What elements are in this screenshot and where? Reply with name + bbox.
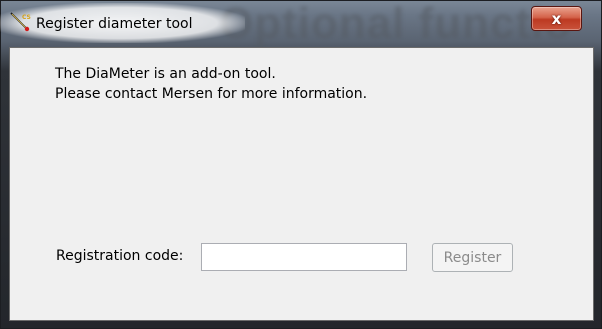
- dialog-window: Optional functio CS Register diameter to…: [0, 0, 602, 329]
- registration-code-input[interactable]: [201, 243, 407, 271]
- registration-code-label: Registration code:: [56, 248, 184, 264]
- info-message-line-2: Please contact Mersen for more informati…: [55, 86, 368, 102]
- close-icon: x: [551, 9, 562, 28]
- dialog-content: The DiaMeter is an add-on tool. Please c…: [9, 47, 594, 321]
- register-button[interactable]: Register: [432, 243, 513, 272]
- svg-text:CS: CS: [22, 14, 31, 21]
- window-title: Register diameter tool: [36, 16, 193, 32]
- close-button[interactable]: x: [531, 6, 582, 31]
- title-bar[interactable]: Optional functio CS Register diameter to…: [0, 0, 601, 48]
- info-message-line-1: The DiaMeter is an add-on tool.: [55, 66, 276, 82]
- background-window-title: Optional functio: [219, 0, 573, 48]
- diameter-tool-icon: CS: [9, 11, 31, 33]
